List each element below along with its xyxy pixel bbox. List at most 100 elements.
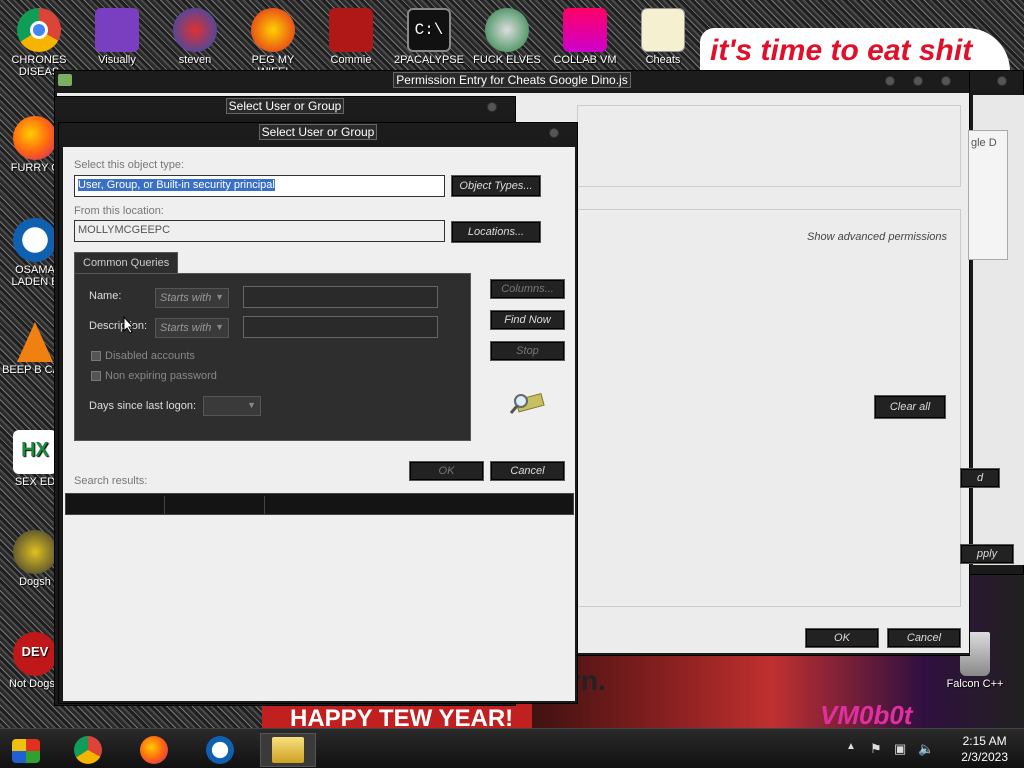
back-dialog-title: Select User or Group	[225, 98, 345, 114]
desktop-icon-label: 2PACALYPSE	[394, 54, 464, 66]
terminal-icon: C:\	[407, 8, 451, 52]
permission-ok-button[interactable]: OK	[805, 628, 879, 648]
maximize-icon[interactable]	[913, 76, 923, 86]
desktop-icon-label: Commie	[330, 54, 372, 66]
location-field: MOLLYMCGEEPC	[74, 220, 445, 242]
obama-logo-icon	[206, 736, 234, 764]
desktop-icon-2pacalypse[interactable]: C:\ 2PACALYPSE	[394, 8, 464, 66]
description-input[interactable]	[243, 316, 438, 338]
locations-button[interactable]: Locations...	[451, 221, 541, 243]
steven-icon	[173, 8, 217, 52]
chevron-up-icon[interactable]: ▲	[846, 741, 856, 752]
dialog-titlebar: Select User or Group	[59, 123, 577, 143]
days-since-logon-label: Days since last logon:	[89, 400, 196, 412]
search-results-header	[65, 493, 574, 515]
desktop-icon-cheats[interactable]: Cheats	[628, 8, 698, 66]
permission-title: Permission Entry for Cheats Google Dino.…	[393, 72, 631, 88]
clear-all-button[interactable]: Clear all	[874, 395, 946, 419]
desktop-icon-peg[interactable]: PEG MY WIFE!	[238, 8, 308, 78]
partial-button-1[interactable]: d	[960, 468, 1000, 488]
desktop-icon-elves[interactable]: FUCK ELVES	[472, 8, 542, 66]
column-separator[interactable]	[264, 496, 265, 514]
search-people-icon	[509, 392, 545, 414]
desktop-icon-label: Falcon C++	[946, 678, 1004, 690]
desktop-icon-label: steven	[178, 54, 212, 66]
chrome-icon	[17, 8, 61, 52]
search-results-list[interactable]	[65, 515, 574, 699]
object-type-field: User, Group, or Built-in security princi…	[74, 175, 445, 197]
taskbar: ▲ ⚑ ▣ 🔈 2:15 AM 2/3/2023	[0, 728, 1024, 768]
chevron-down-icon: ▼	[215, 292, 224, 302]
name-mode-select[interactable]: Starts with ▼	[155, 288, 229, 308]
dog-icon	[13, 530, 57, 574]
non-expiring-checkbox[interactable]	[91, 371, 101, 381]
description-mode-value: Starts with	[160, 322, 212, 334]
chevron-down-icon: ▼	[247, 400, 256, 410]
name-label: Name:	[89, 290, 122, 302]
chrome-icon	[74, 736, 102, 764]
permission-cancel-button[interactable]: Cancel	[887, 628, 961, 648]
partial-button-2[interactable]: pply	[960, 544, 1014, 564]
location-label: From this location:	[74, 205, 164, 217]
clock-date: 2/3/2023	[961, 750, 1008, 764]
dialog-ok-button[interactable]: OK	[409, 461, 484, 481]
dialog-cancel-button[interactable]: Cancel	[490, 461, 565, 481]
close-icon[interactable]	[941, 76, 951, 86]
desktop-icon-label: Visually	[98, 54, 136, 66]
description-mode-select[interactable]: Starts with ▼	[155, 318, 229, 338]
desktop-icon-label: Cheats	[645, 54, 681, 66]
partial-text: gle D	[971, 137, 997, 149]
script-file-icon	[641, 8, 685, 52]
dialog-body: Select this object type: User, Group, or…	[63, 147, 575, 701]
vm-watermark: VM0b0t	[820, 700, 913, 730]
partial-titlebar	[969, 71, 1023, 91]
banner-text: it's time to eat shit	[710, 34, 973, 67]
start-button[interactable]	[2, 733, 50, 767]
principal-group	[577, 105, 961, 187]
close-icon[interactable]	[549, 128, 559, 138]
search-results-label: Search results:	[74, 475, 148, 487]
common-queries-panel: Name: Starts with ▼ Description: Starts …	[74, 273, 471, 441]
columns-button[interactable]: Columns...	[490, 279, 565, 299]
non-expiring-label: Non expiring password	[105, 370, 217, 382]
close-icon[interactable]	[997, 76, 1007, 86]
desktop-icon-label: COLLAB VM	[553, 54, 617, 66]
elf-icon	[485, 8, 529, 52]
firefox-icon	[140, 736, 168, 764]
name-mode-value: Starts with	[160, 292, 212, 304]
desktop-icon-label: FUCK ELVES	[473, 54, 541, 66]
disabled-accounts-checkbox[interactable]	[91, 351, 101, 361]
taskbar-obama[interactable]	[192, 733, 248, 767]
desktop-icon-chrome[interactable]: CHRONES DISEAS	[4, 8, 74, 78]
taskbar-firefox[interactable]	[126, 733, 182, 767]
days-since-logon-select[interactable]: ▼	[203, 396, 261, 416]
column-separator[interactable]	[164, 496, 165, 514]
object-type-label: Select this object type:	[74, 159, 185, 171]
dialog-title: Select User or Group	[258, 124, 378, 140]
object-types-button[interactable]: Object Types...	[451, 175, 541, 197]
banner: it's time to eat shit	[700, 28, 1010, 74]
folder-icon	[272, 737, 304, 763]
taskbar-chrome[interactable]	[60, 733, 116, 767]
desktop-icon-collabvm[interactable]: COLLAB VM	[550, 8, 620, 66]
name-input[interactable]	[243, 286, 438, 308]
taskbar-explorer[interactable]	[260, 733, 316, 767]
clock[interactable]: 2:15 AM 2/3/2023	[961, 733, 1008, 765]
hx-icon: HX	[13, 430, 57, 474]
peg-icon	[251, 8, 295, 52]
desktop-icon-steven[interactable]: steven	[160, 8, 230, 66]
stop-button[interactable]: Stop	[490, 341, 565, 361]
desktop-icon-visual-studio[interactable]: Visually	[82, 8, 152, 66]
network-icon[interactable]: ▣	[894, 741, 906, 757]
show-advanced-link[interactable]: Show advanced permissions	[807, 231, 947, 243]
firefox-icon	[13, 116, 57, 160]
disabled-accounts-label: Disabled accounts	[105, 350, 195, 362]
minimize-icon[interactable]	[885, 76, 895, 86]
tab-common-queries[interactable]: Common Queries	[74, 252, 179, 273]
find-now-button[interactable]: Find Now	[490, 310, 565, 330]
close-icon[interactable]	[487, 102, 497, 112]
desktop-icon-commie[interactable]: Commie	[316, 8, 386, 66]
vlc-icon	[17, 322, 53, 362]
volume-icon[interactable]: 🔈	[918, 741, 934, 757]
flag-icon[interactable]: ⚑	[870, 741, 882, 757]
